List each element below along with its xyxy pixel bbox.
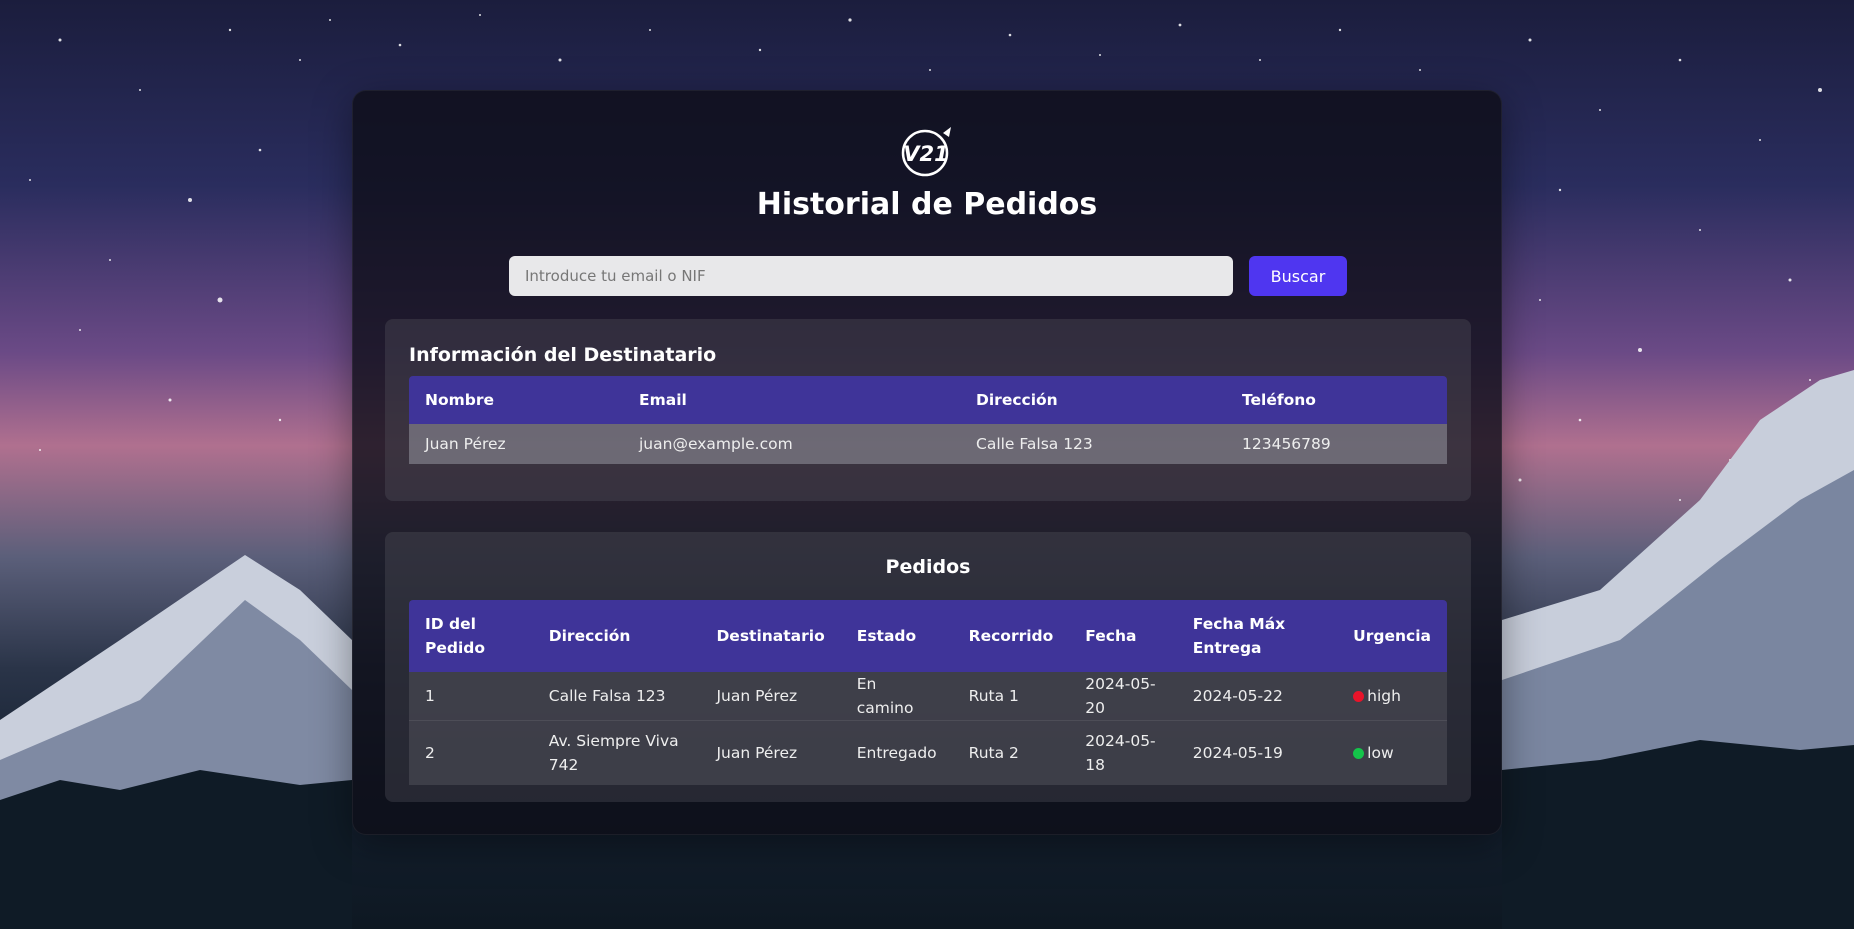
urgency-label: low: [1367, 744, 1394, 762]
order-max-date: 2024-05-22: [1176, 672, 1338, 721]
search-input[interactable]: [509, 256, 1233, 296]
orders-table: ID del Pedido Dirección Destinatario Est…: [409, 600, 1447, 785]
order-history-panel: V21 Historial de Pedidos Buscar Informac…: [352, 90, 1502, 835]
column-header: Dirección: [960, 376, 1226, 424]
recipient-email: juan@example.com: [623, 424, 960, 464]
page-title: Historial de Pedidos: [756, 187, 1098, 222]
order-status: Entregado: [856, 744, 937, 762]
column-header: Fecha Máx Entrega: [1176, 600, 1338, 672]
orders-card: Pedidos ID del Pedido Dirección Destinat…: [385, 532, 1471, 802]
order-date: 2024-05-18: [1085, 732, 1156, 774]
recipient-section-title: Información del Destinatario: [409, 344, 717, 366]
column-header: Dirección: [532, 600, 701, 672]
order-max-date: 2024-05-19: [1192, 744, 1283, 762]
column-header: Urgencia: [1337, 600, 1447, 672]
svg-text:V21: V21: [903, 142, 948, 166]
column-header: Nombre: [409, 376, 623, 424]
orders-section-title: Pedidos: [885, 556, 971, 578]
recipient-info-card: Información del Destinatario Nombre Emai…: [385, 319, 1471, 501]
recipient-name: Juan Pérez: [409, 424, 623, 464]
table-row: 2 Av. Siempre Viva 742 Juan Pérez Entreg…: [409, 720, 1447, 786]
table-row: 1 Calle Falsa 123 Juan Pérez En camino R…: [409, 672, 1447, 721]
recipient-table: Nombre Email Dirección Teléfono Juan Pér…: [409, 376, 1447, 464]
order-recipient: Juan Pérez: [716, 744, 798, 762]
column-header: Recorrido: [952, 600, 1070, 672]
order-date: 2024-05-20: [1069, 672, 1177, 721]
order-id: 1: [409, 672, 533, 721]
column-header: Fecha: [1069, 600, 1177, 672]
order-route: Ruta 2: [968, 744, 1019, 762]
order-status: En camino: [840, 672, 953, 721]
column-header: Teléfono: [1226, 376, 1447, 424]
brand-logo: V21: [899, 123, 955, 179]
order-urgency: low: [1337, 721, 1447, 786]
order-id: 2: [425, 744, 435, 762]
order-route: Ruta 1: [952, 672, 1070, 721]
order-recipient: Juan Pérez: [700, 672, 841, 721]
column-header: Email: [623, 376, 960, 424]
urgency-dot-icon: [1353, 748, 1365, 759]
column-header: Destinatario: [700, 600, 841, 672]
recipient-phone: 123456789: [1226, 424, 1447, 464]
order-address: Av. Siempre Viva 742: [548, 732, 679, 774]
order-urgency: high: [1337, 672, 1447, 721]
recipient-address: Calle Falsa 123: [960, 424, 1226, 464]
search-button[interactable]: Buscar: [1249, 256, 1347, 296]
column-header: ID del Pedido: [409, 600, 533, 672]
urgency-dot-icon: [1353, 691, 1365, 702]
orders-header-row: ID del Pedido Dirección Destinatario Est…: [409, 600, 1447, 672]
order-address: Calle Falsa 123: [532, 672, 701, 721]
column-header: Estado: [840, 600, 953, 672]
urgency-label: high: [1367, 687, 1401, 705]
recipient-row: Juan Pérez juan@example.com Calle Falsa …: [409, 424, 1447, 464]
recipient-header-row: Nombre Email Dirección Teléfono: [409, 376, 1447, 424]
